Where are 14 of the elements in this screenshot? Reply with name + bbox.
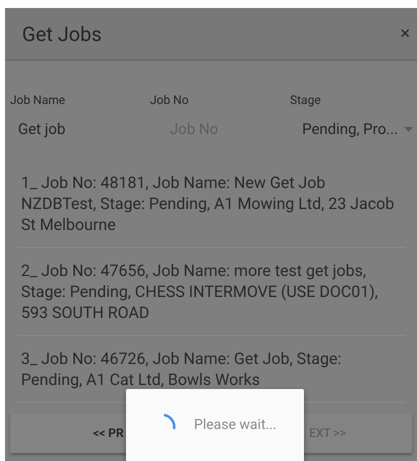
job-list-item[interactable]: 3_ Job No: 46726, Job Name: Get Job, Stage: Pending, A1 Cat Ltd, Bowls Works (17, 348, 405, 390)
job-list-item[interactable]: 1_ Job No: 48181, Job Name: New Get Job NZDBTest, Stage: Pending, A1 Mowing Ltd, 23 Jacob St Melbourne (17, 172, 405, 235)
loading-message: Please wait... (194, 416, 277, 435)
dropdown-caret-icon (404, 126, 413, 132)
close-button[interactable]: × (400, 20, 410, 47)
input-field[interactable]: Get job (5, 117, 125, 141)
field-label: Job No (149, 92, 190, 109)
spinner-icon (162, 413, 176, 431)
previous-button[interactable]: << PR (93, 424, 124, 442)
field-label: Job Name (9, 92, 66, 109)
dialog-title: Get Jobs (22, 20, 102, 48)
stage-dropdown[interactable]: Pending, Pro... (280, 117, 417, 141)
field-label: Stage (289, 92, 322, 109)
job-list-item[interactable]: 2_ Job No: 47656, Job Name: more test get jobs, Stage: Pending, CHESS INTERMOVE (USE DOC01), 593 SOUTH ROAD (17, 260, 405, 323)
